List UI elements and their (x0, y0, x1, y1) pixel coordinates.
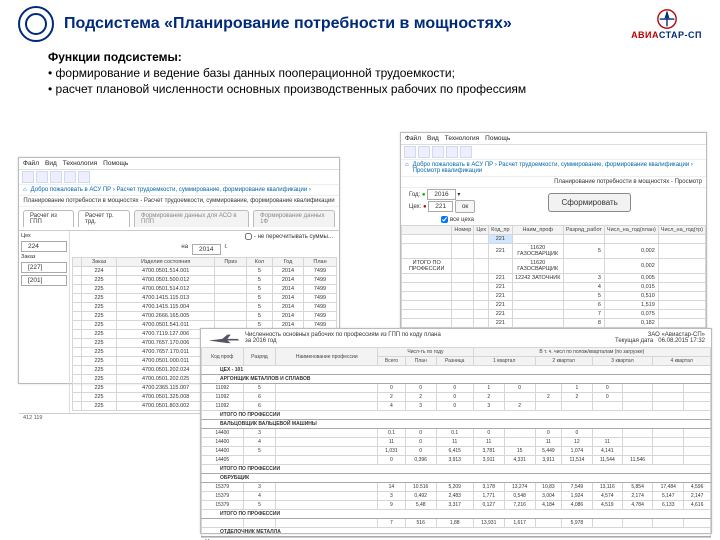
all-cex-checkbox[interactable]: все цеха (441, 216, 474, 223)
toolbar[interactable] (401, 145, 706, 160)
toolbar-icon[interactable] (446, 146, 458, 158)
toolbar-icon[interactable] (418, 146, 430, 158)
tab-aso[interactable]: Формирование данных для АСО в ППП (134, 210, 249, 227)
panel-title: Планирование потребности в мощностях - П… (401, 177, 706, 188)
filter-panel: Цех 224 Заказ [227] [201] (19, 231, 70, 413)
cex-input[interactable]: 224 (21, 241, 67, 252)
toolbar[interactable] (19, 170, 339, 185)
report-table[interactable]: Код профРазрядНаименование профессииЧисл… (201, 347, 711, 537)
toolbar-icon[interactable] (460, 146, 472, 158)
toolbar-icon[interactable] (50, 171, 62, 183)
university-logo (18, 6, 54, 42)
order-input2[interactable]: [201] (21, 275, 67, 286)
breadcrumb: ⌂Добро пожаловать в АСУ ПР › Расчет труд… (19, 185, 339, 196)
page-title: Подсистема «Планирование потребности в м… (64, 15, 621, 33)
tab-1f[interactable]: Формирование данных 1Ф (253, 210, 335, 227)
func-item: • формирование и ведение базы данных поо… (48, 66, 672, 80)
breadcrumb: ⌂Добро пожаловать в АСУ ПР › Расчет труд… (401, 160, 706, 177)
ok-button[interactable]: ок (455, 200, 475, 213)
year-select[interactable]: 2014 (192, 244, 220, 255)
tab-gpp[interactable]: Расчет из ГПП (23, 210, 74, 227)
order-input[interactable]: [227] (21, 262, 67, 273)
toolbar-icon[interactable] (36, 171, 48, 183)
menubar[interactable]: ФайлВидТехнологияПомощь (19, 158, 339, 170)
tabs[interactable]: Расчет из ГПП Расчет тр. трд. Формирован… (19, 207, 339, 230)
toolbar-icon[interactable] (432, 146, 444, 158)
window-view: ФайлВидТехнологияПомощь ⌂Добро пожаловат… (400, 132, 707, 334)
func-item: • расчет плановой численности основных п… (48, 82, 672, 96)
tab-trud[interactable]: Расчет тр. трд. (78, 210, 130, 227)
functions-block: Функции подсистемы: • формирование и вед… (0, 44, 720, 102)
toolbar-icon[interactable] (404, 146, 416, 158)
toolbar-icon[interactable] (64, 171, 76, 183)
year-input[interactable]: 2016 (427, 189, 455, 200)
report-window: Численность основных рабочих по професси… (200, 328, 712, 534)
menubar[interactable]: ФайлВидТехнологияПомощь (401, 133, 706, 145)
cex-input[interactable]: 221 (428, 201, 453, 212)
panel-title: Планирование потребности в мощностях - Р… (19, 196, 339, 207)
toolbar-icon[interactable] (22, 171, 34, 183)
chevron-down-icon[interactable]: ▾ (457, 192, 460, 198)
no-recalc-checkbox[interactable]: - не пересчитывать суммы... (245, 233, 333, 240)
toolbar-icon[interactable] (78, 171, 90, 183)
prof-table[interactable]: НомерЦехКод_прНаим_профРазряд_работЧисл_… (401, 225, 706, 328)
aviastar-logo: АВИАСТАР-СП (631, 8, 702, 40)
form-button[interactable]: Сформировать (548, 193, 630, 212)
plane-icon (207, 332, 241, 344)
